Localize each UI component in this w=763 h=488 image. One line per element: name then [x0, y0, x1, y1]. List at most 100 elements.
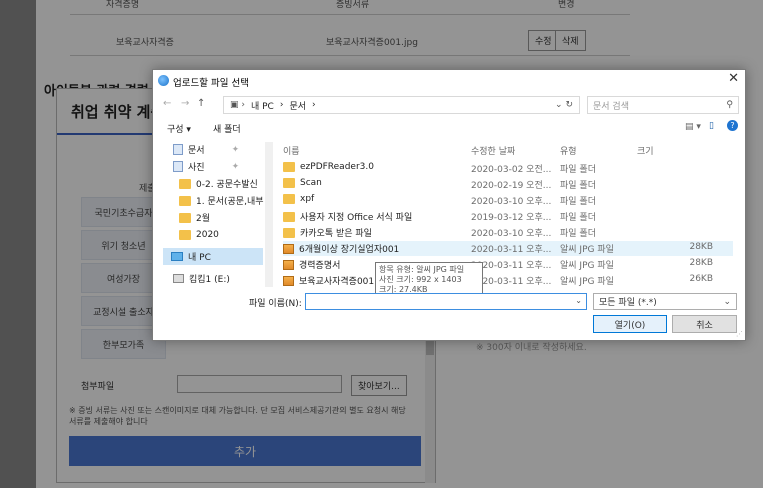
file-row[interactable]: 6개월이상 장기실업자001 2020-03-11 오후... 알씨 JPG 파…: [283, 241, 733, 256]
file-date: 2020-02-19 오전...: [471, 181, 552, 191]
address-bar[interactable]: ▣ › 내 PC › 문서 › ⌄ ↻: [223, 96, 580, 114]
search-input[interactable]: 문서 검색 ⚲: [587, 96, 739, 114]
file-upload-dialog: 업로드할 파일 선택 ✕ ← → ↑ ▣ › 내 PC › 문서 › ⌄ ↻ 문…: [152, 69, 746, 341]
new-folder-button[interactable]: 새 폴더: [213, 122, 241, 135]
file-type-select[interactable]: 모든 파일 (*.*) ⌄: [593, 293, 737, 310]
file-type: 파일 폴더: [560, 213, 596, 223]
sidebar-label: 내 PC: [188, 253, 211, 263]
picture-icon: [173, 161, 183, 172]
file-row[interactable]: 카카오톡 받은 파일 2020-03-10 오후... 파일 폴더: [283, 225, 733, 240]
add-button[interactable]: 추가: [69, 436, 421, 466]
header-col-doc: 증빙서류: [336, 0, 370, 10]
help-icon[interactable]: ?: [727, 120, 738, 131]
file-type: 파일 폴더: [560, 229, 596, 239]
sidebar-item-folder[interactable]: 2월: [179, 209, 210, 226]
file-row[interactable]: 경력증명서 2020-03-11 오후... 알씨 JPG 파일 28KB: [283, 257, 733, 272]
search-icon: ⚲: [726, 100, 733, 110]
file-date: 2020-03-10 오후...: [471, 197, 552, 207]
attach-file-field[interactable]: [177, 375, 342, 393]
file-type: 파일 폴더: [560, 165, 596, 175]
sidebar-item-documents[interactable]: 문서 ✦: [173, 141, 239, 158]
forward-icon[interactable]: →: [181, 98, 189, 109]
header-col-cert: 자격증명: [106, 0, 140, 10]
sidebar-scrollbar[interactable]: [265, 142, 273, 287]
file-name: xpf: [300, 194, 315, 204]
resize-grip-icon[interactable]: ⋰: [736, 330, 743, 338]
file-date: 2020-03-11 오후...: [471, 261, 552, 271]
file-type: 알씨 JPG 파일: [560, 245, 614, 255]
file-name: 보육교사자격증001: [299, 277, 375, 287]
sidebar-label: 2월: [196, 214, 211, 224]
browse-button[interactable]: 찾아보기...: [351, 375, 407, 396]
file-row[interactable]: Scan 2020-02-19 오전... 파일 폴더: [283, 177, 733, 192]
up-icon[interactable]: ↑: [197, 98, 205, 109]
file-row[interactable]: 사용자 지정 Office 서식 파일 2019-03-12 오후... 파일 …: [283, 209, 733, 224]
file-name: 경력증명서: [299, 261, 341, 271]
column-date[interactable]: 수정한 날짜: [471, 144, 515, 157]
file-type: 알씨 JPG 파일: [560, 261, 614, 271]
sidebar-item-drive[interactable]: 킴킴1 (E:): [173, 270, 230, 287]
view-options-icon[interactable]: ▤ ▾: [685, 122, 701, 132]
sidebar-item-this-pc[interactable]: 내 PC: [163, 248, 263, 265]
folder-icon: [179, 178, 191, 189]
divider: [70, 55, 630, 56]
organize-button[interactable]: 구성 ▾: [167, 122, 191, 135]
column-type[interactable]: 유형: [560, 144, 577, 157]
notice-text: ※ 증빙 서류는 사진 또는 스캔이미지로 대체 가능합니다. 단 모집 서비스…: [69, 406, 406, 426]
cert-name-cell: 보육교사자격증: [116, 38, 174, 48]
filename-input[interactable]: ⌄: [305, 293, 587, 310]
file-name: 6개월이상 장기실업자001: [299, 245, 400, 255]
folder-icon: [283, 227, 295, 238]
pin-icon: ✦: [231, 161, 240, 172]
column-size[interactable]: 크기: [637, 144, 654, 157]
sidebar-item-folder[interactable]: 1. 문서(공문,내부: [179, 192, 264, 209]
breadcrumb-pc[interactable]: 내 PC: [251, 99, 274, 112]
pin-icon: ✦: [231, 144, 240, 155]
open-button[interactable]: 열기(O): [593, 315, 667, 333]
file-name: 카카오톡 받은 파일: [300, 229, 372, 239]
folder-icon: [283, 211, 295, 222]
file-type: 파일 폴더: [560, 197, 596, 207]
file-date: 2020-03-11 오후...: [471, 245, 552, 255]
file-size: 28KB: [689, 242, 713, 252]
breadcrumb-sep: ›: [279, 100, 284, 110]
sidebar-item-pictures[interactable]: 사진 ✦: [173, 158, 239, 175]
sidebar-label: 2020: [196, 229, 219, 240]
file-type: 알씨 JPG 파일: [560, 277, 614, 287]
file-row[interactable]: ezPDFReader3.0 2020-03-02 오전... 파일 폴더: [283, 161, 733, 176]
file-date: 2020-03-10 오후...: [471, 229, 552, 239]
close-icon[interactable]: ✕: [728, 71, 739, 86]
breadcrumb-sep: ›: [312, 100, 316, 110]
sidebar-label: 1. 문서(공문,내부: [196, 197, 264, 207]
refresh-icon[interactable]: ⌄ ↻: [555, 100, 573, 110]
dialog-title: 업로드할 파일 선택: [173, 78, 249, 89]
folder-icon: [283, 178, 295, 188]
file-name: Scan: [300, 178, 322, 188]
back-icon[interactable]: ←: [163, 98, 171, 109]
pc-icon: ▣ ›: [230, 100, 245, 110]
file-tooltip: 항목 유형: 알씨 JPG 파일 사진 크기: 992 x 1403 크기: 2…: [375, 262, 483, 295]
file-type-value: 모든 파일 (*.*): [599, 298, 657, 308]
sidebar-item-folder[interactable]: 2020: [179, 226, 219, 243]
chevron-down-icon[interactable]: ⌄: [575, 296, 582, 305]
file-date: 2019-03-12 오후...: [471, 213, 552, 223]
file-row[interactable]: xpf 2020-03-10 오후... 파일 폴더: [283, 193, 733, 208]
column-name[interactable]: 이름: [283, 144, 300, 157]
sidebar-item-folder[interactable]: 0-2. 공문수발신: [179, 175, 258, 192]
char-limit-note: ※ 300자 이내로 작성하세요.: [476, 343, 587, 353]
document-icon: [173, 144, 183, 155]
browser-icon: [158, 75, 169, 86]
chevron-down-icon: ⌄: [723, 296, 731, 307]
file-row[interactable]: 보육교사자격증001 2020-03-11 오후... 알씨 JPG 파일 26…: [283, 273, 733, 288]
edit-button[interactable]: 수정: [528, 30, 559, 51]
cancel-button[interactable]: 취소: [672, 315, 737, 333]
modal-title: 취업 취약 계층: [71, 103, 165, 121]
delete-button[interactable]: 삭제: [555, 30, 586, 51]
folder-icon: [179, 212, 191, 223]
breadcrumb-docs[interactable]: 문서: [289, 99, 306, 112]
search-placeholder: 문서 검색: [593, 101, 629, 112]
sidebar-label: 킴킴1 (E:): [189, 275, 230, 285]
preview-pane-icon[interactable]: ▯: [709, 121, 714, 131]
file-name: ezPDFReader3.0: [300, 162, 374, 172]
divider: [70, 14, 630, 15]
